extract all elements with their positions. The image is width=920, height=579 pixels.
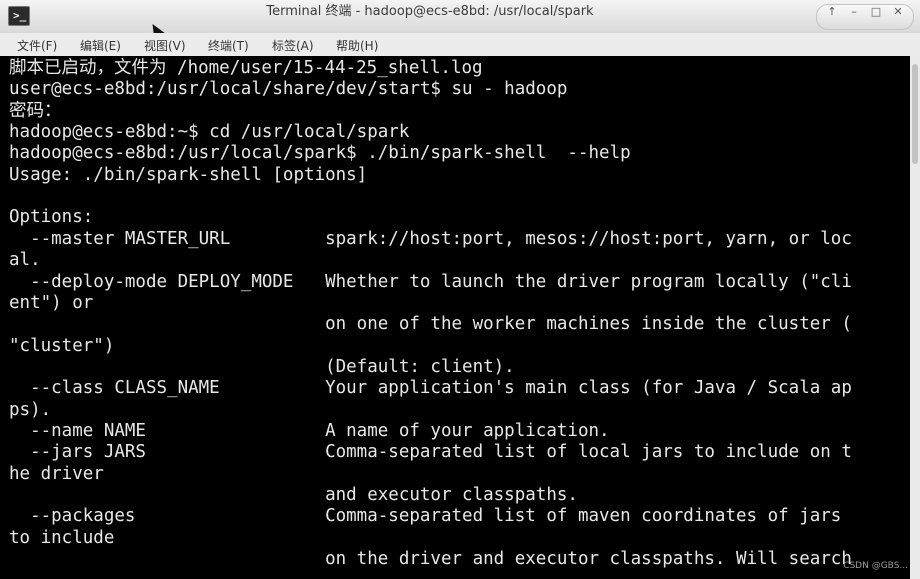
terminal-line: hadoop@ecs-e8bd:/usr/local/spark$ ./bin/… [9, 143, 631, 164]
terminal-line: --jars JARS Comma-separated list of loca… [9, 442, 852, 463]
terminal-line: Options: [9, 207, 94, 228]
menu-view[interactable]: 视图(V) [144, 37, 186, 54]
terminal-line: hadoop@ecs-e8bd:~$ cd /usr/local/spark [9, 122, 410, 143]
window-controls: ↑ – □ ✕ [816, 4, 914, 30]
menu-terminal[interactable]: 终端(T) [208, 37, 249, 54]
terminal-window: >_ Terminal 终端 - hadoop@ecs-e8bd: /usr/l… [0, 0, 920, 579]
up-arrow-icon[interactable]: ↑ [821, 5, 843, 29]
terminal-line: he driver [9, 463, 104, 484]
terminal-line: --master MASTER_URL spark://host:port, m… [9, 228, 852, 249]
terminal-line: ps). [9, 399, 52, 420]
menu-tabs[interactable]: 标签(A) [272, 37, 314, 54]
close-icon[interactable]: ✕ [887, 5, 909, 29]
terminal-line: ent") or [9, 292, 94, 313]
menu-bar: 文件(F) 编辑(E) 视图(V) 终端(T) 标签(A) 帮助(H) [0, 33, 920, 56]
terminal-line: user@ecs-e8bd:/usr/local/share/dev/start… [9, 79, 568, 100]
maximize-icon[interactable]: □ [865, 5, 887, 29]
terminal-line: on the driver and executor classpaths. W… [9, 549, 852, 570]
menu-file[interactable]: 文件(F) [17, 37, 57, 54]
window-title: Terminal 终端 - hadoop@ecs-e8bd: /usr/loca… [266, 4, 594, 19]
scrollbar-thumb[interactable] [912, 64, 918, 164]
terminal-line: to include [9, 527, 115, 548]
title-bar[interactable]: >_ Terminal 终端 - hadoop@ecs-e8bd: /usr/l… [0, 0, 920, 34]
terminal-line: --name NAME A name of your application. [9, 420, 610, 441]
watermark: CSDN @GBS... [843, 561, 908, 571]
terminal-line: 密码： [9, 100, 62, 121]
terminal-line: --class CLASS_NAME Your application's ma… [9, 378, 852, 399]
vertical-scrollbar[interactable] [910, 56, 920, 579]
terminal-line: --packages Comma-separated list of maven… [9, 506, 842, 527]
minimize-icon[interactable]: – [843, 5, 865, 29]
menu-edit[interactable]: 编辑(E) [80, 37, 121, 54]
terminal-line: 脚本已启动，文件为 /home/user/15-44-25_shell.log [9, 58, 483, 78]
terminal-output[interactable]: 脚本已启动，文件为 /home/user/15-44-25_shell.log u… [0, 56, 910, 579]
terminal-line: "cluster") [9, 335, 115, 356]
terminal-line: and executor classpaths. [9, 485, 578, 505]
terminal-line: al. [9, 250, 41, 271]
terminal-line: (Default: client). [9, 356, 515, 377]
menu-help[interactable]: 帮助(H) [336, 37, 378, 54]
terminal-line: --deploy-mode DEPLOY_MODE Whether to lau… [9, 271, 852, 292]
terminal-line: on one of the worker machines inside the… [9, 314, 852, 335]
terminal-line: Usage: ./bin/spark-shell [options] [9, 164, 368, 185]
